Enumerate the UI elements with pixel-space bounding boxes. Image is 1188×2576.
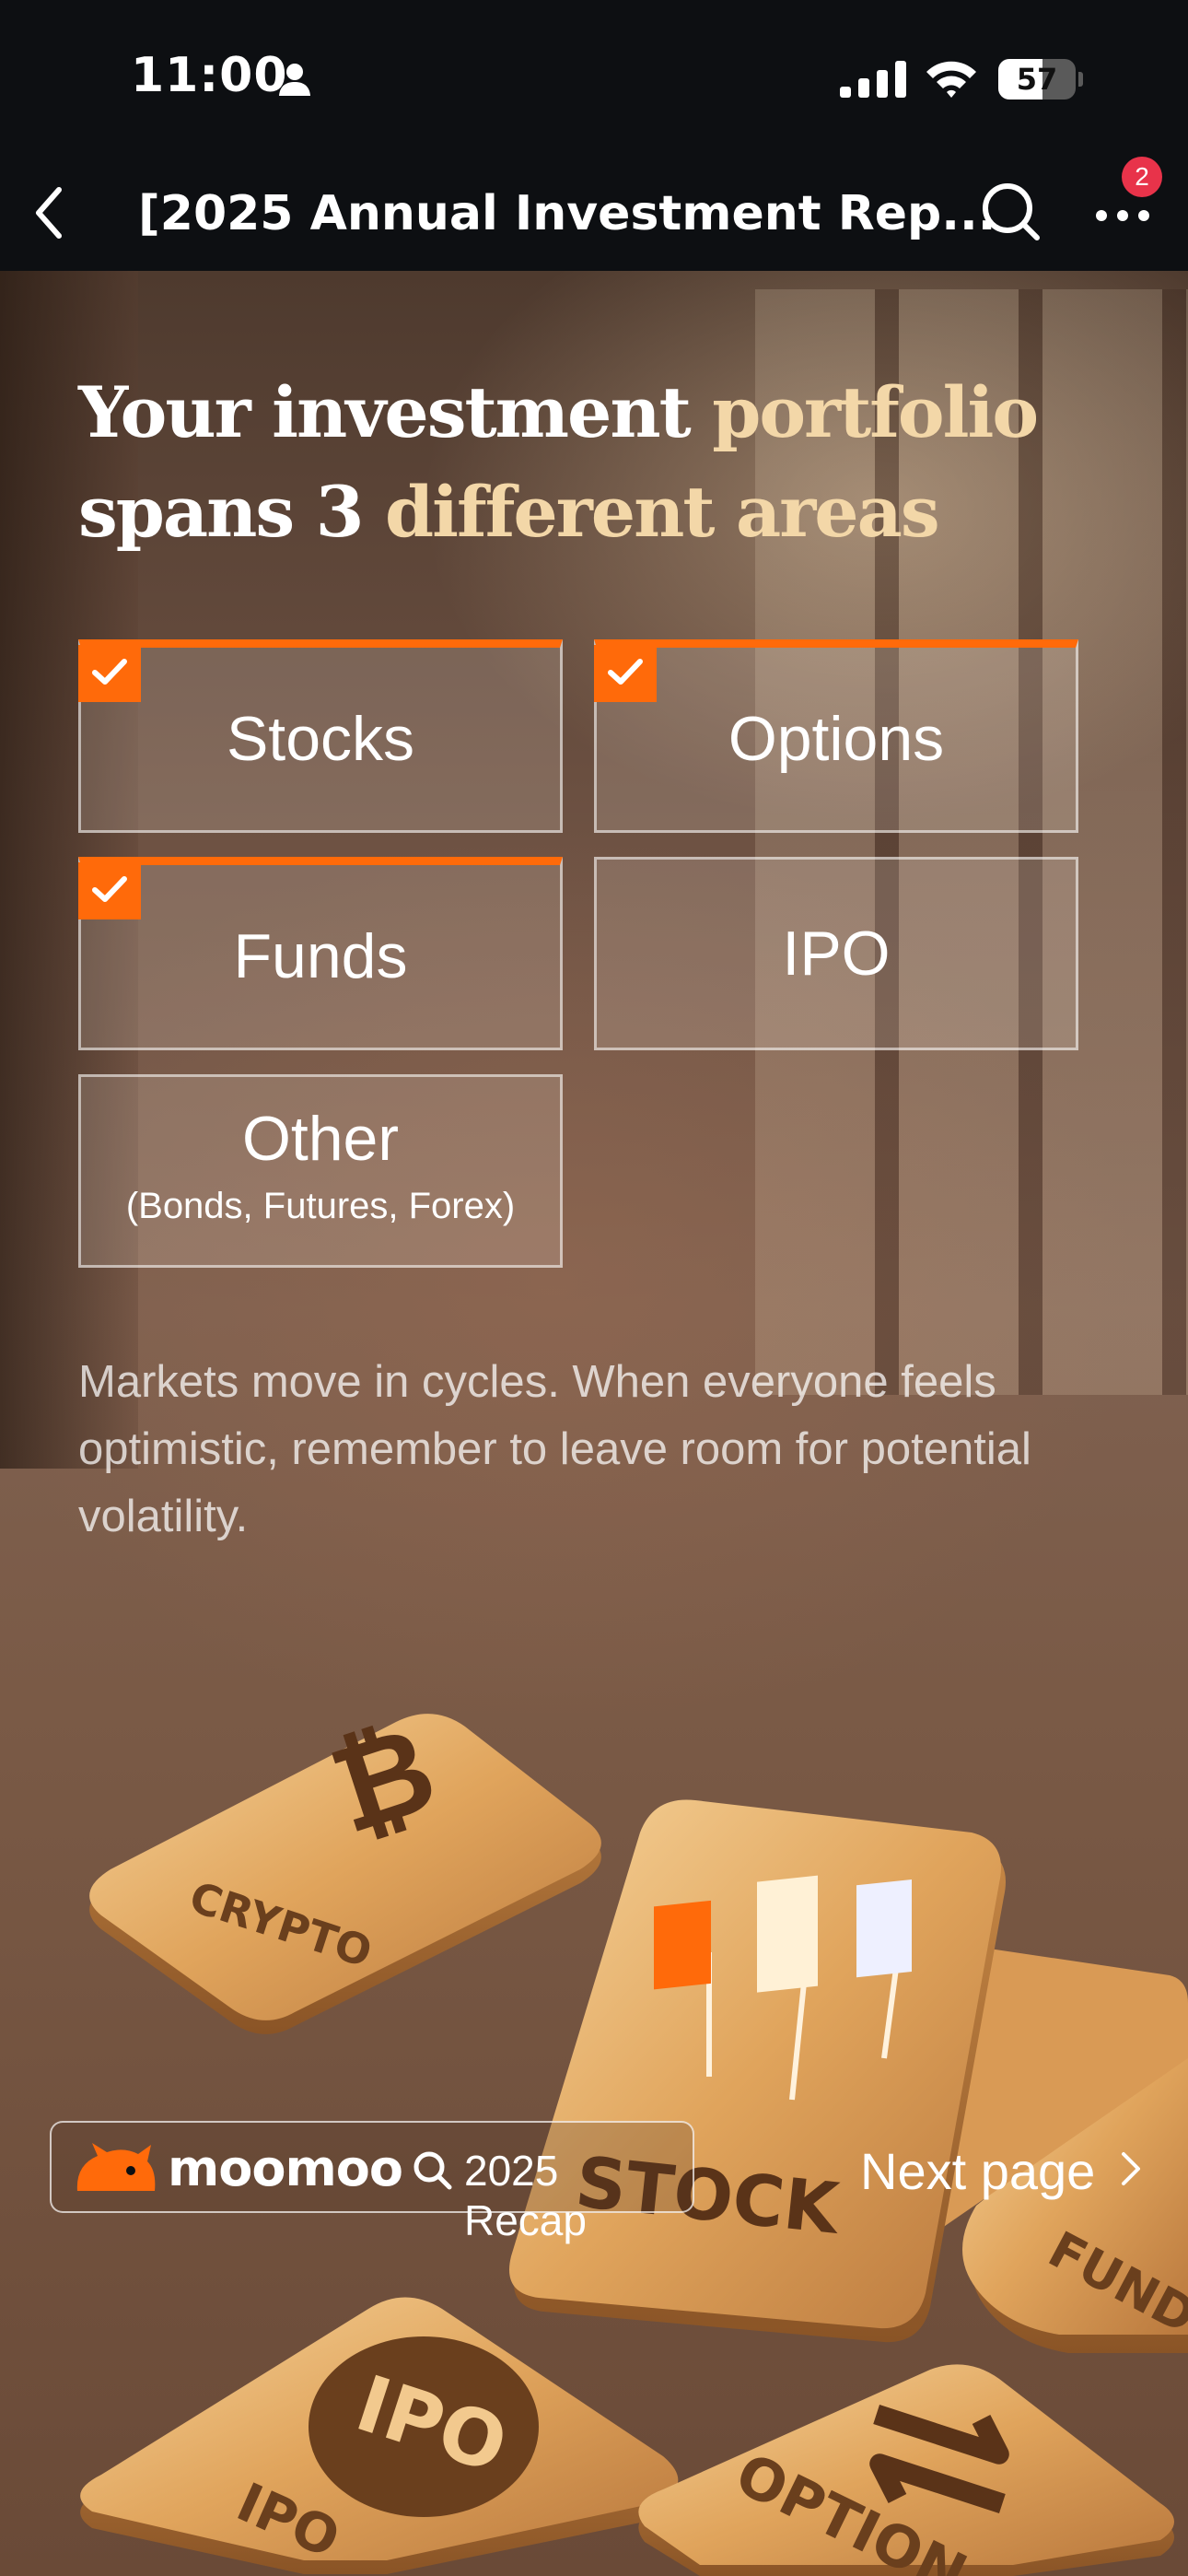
- asset-tiles-illustration: ₿ CRYPTO FUND STOCK IPO IPO OPTION: [80, 1698, 1188, 2576]
- next-page-label: Next page: [860, 2142, 1096, 2200]
- back-icon[interactable]: [29, 182, 70, 243]
- category-label: Options: [728, 704, 945, 774]
- status-time: 11:00: [131, 48, 288, 103]
- search-icon: [413, 2151, 452, 2190]
- stock-tile: STOCK: [509, 1799, 1006, 2343]
- check-icon: [78, 645, 141, 702]
- category-label: Stocks: [226, 704, 415, 774]
- search-icon[interactable]: [978, 179, 1044, 245]
- headline-part: Your investment: [78, 371, 713, 453]
- headline-part: spans 3: [78, 471, 386, 553]
- ipo-coin: IPO: [309, 2336, 539, 2517]
- ipo-tile: IPO IPO: [80, 2297, 679, 2574]
- wifi-icon: [926, 61, 976, 98]
- category-stocks: Stocks: [78, 639, 563, 833]
- category-other: Other (Bonds, Futures, Forex): [78, 1074, 563, 1268]
- battery-level: 57: [1016, 62, 1058, 97]
- market-note: Markets move in cycles. When everyone fe…: [78, 1357, 1031, 1541]
- category-label: Funds: [233, 921, 408, 991]
- category-ipo: IPO: [594, 857, 1078, 1050]
- category-sublabel: (Bonds, Futures, Forex): [125, 1186, 516, 1226]
- headline: Your investment portfolio spans 3 differ…: [78, 363, 1137, 562]
- signal-icon: [840, 61, 906, 98]
- status-bar: 11:00 57: [0, 0, 1188, 157]
- chevron-right-icon: [1122, 2152, 1140, 2185]
- option-tile: OPTION: [638, 2364, 1174, 2576]
- recap-label: 2025 Recap: [464, 2147, 587, 2244]
- brand-recap-pill: moomoo 2025 Recap: [50, 2121, 694, 2244]
- check-icon: [594, 645, 657, 702]
- moomoo-logo-icon: [76, 2143, 156, 2191]
- crypto-tile: ₿ CRYPTO: [89, 1698, 601, 2034]
- nav-bar: [2025 Annual Investment Rep...: [0, 157, 1188, 271]
- headline-highlight: different areas: [385, 471, 940, 553]
- page-title: [2025 Annual Investment Rep...: [138, 186, 996, 241]
- person-icon: [279, 64, 310, 96]
- category-options: Options: [594, 639, 1078, 833]
- check-icon: [78, 862, 141, 919]
- moomoo-wordmark: moomoo: [168, 2139, 403, 2197]
- category-label: IPO: [782, 919, 891, 989]
- notification-badge: 2: [1122, 157, 1162, 197]
- category-funds: Funds: [78, 857, 563, 1050]
- headline-highlight: portfolio: [712, 371, 1039, 453]
- category-label: Other: [241, 1104, 400, 1174]
- next-page-button[interactable]: Next page: [860, 2136, 1155, 2206]
- battery-indicator: 57: [998, 59, 1083, 100]
